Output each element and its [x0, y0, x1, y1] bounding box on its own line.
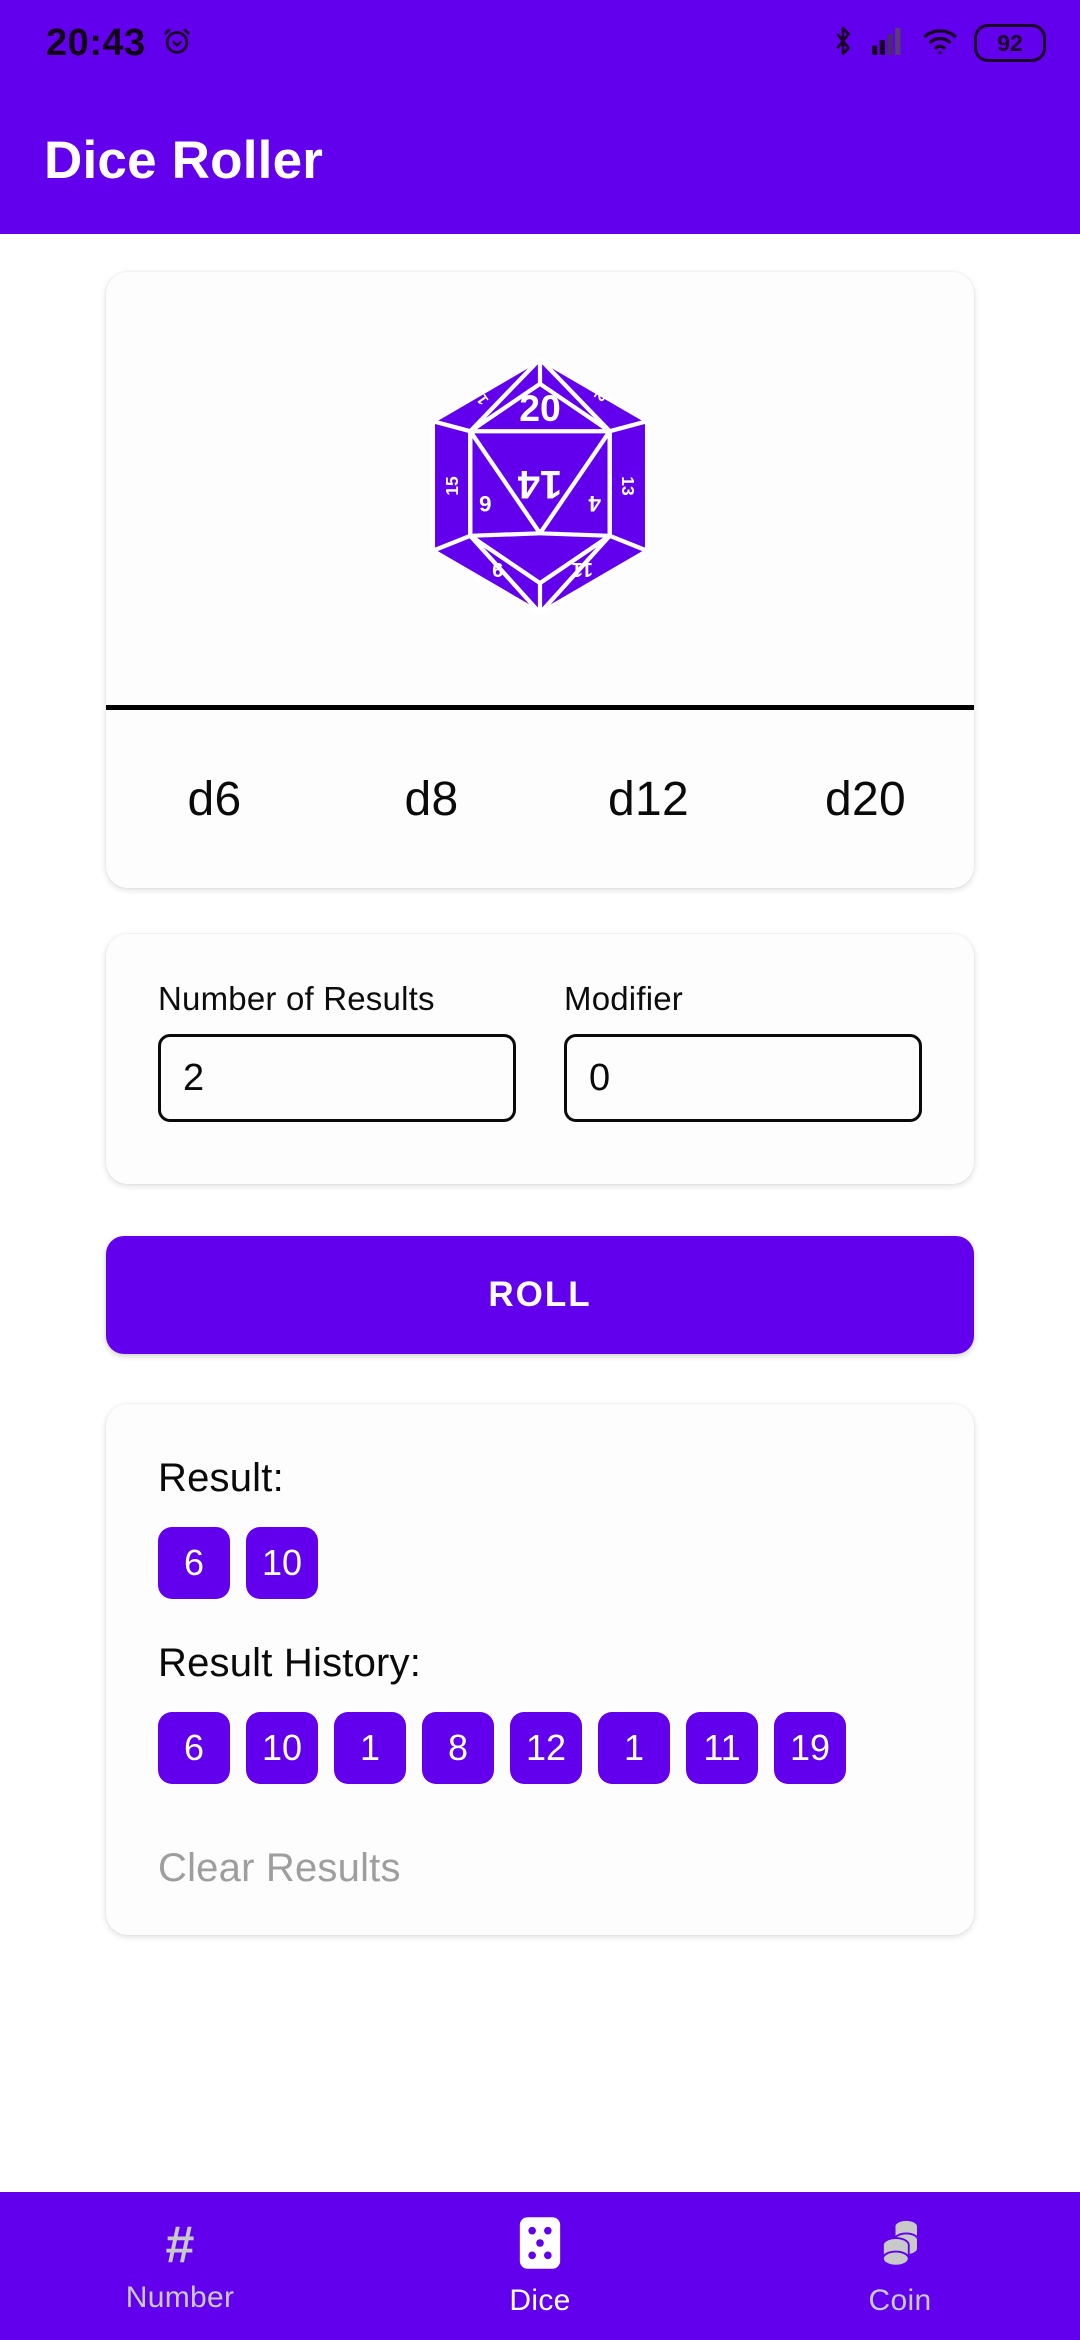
history-chip-value: 19 [789, 1727, 831, 1768]
history-chip: 8 [422, 1712, 494, 1784]
wifi-icon [922, 26, 958, 61]
hash-icon: # [165, 2216, 195, 2274]
nav-item-number[interactable]: # Number [0, 2217, 360, 2315]
dice-tab-d6[interactable]: d6 [106, 772, 323, 827]
dice-five-icon [515, 2215, 565, 2276]
history-chip: 19 [774, 1712, 846, 1784]
modifier-value: 0 [589, 1057, 611, 1099]
main-content: 20 14 13 15 2 1 8 6 4 9 11 d6 d8 d12 d20 … [0, 234, 1080, 2192]
status-bar-clock: 20:43 [46, 22, 146, 64]
roll-button-label: ROLL [488, 1275, 592, 1314]
roll-button[interactable]: ROLL [106, 1236, 974, 1354]
history-chip-value: 1 [359, 1727, 381, 1768]
nav-item-dice-label: Dice [509, 2283, 571, 2317]
svg-text:11: 11 [572, 558, 593, 580]
bottom-navigation-bar: # Number Dice Coin [0, 2192, 1080, 2340]
dice-preview-area: 20 14 13 15 2 18 6 4 9 11 [106, 272, 974, 710]
app-screen: 20:43 92 Dice Roller 20 14 13 15 2 18 6 … [0, 0, 1080, 2340]
result-label: Result: [158, 1456, 284, 1500]
roll-options-card: Number of Results 2 Modifier 0 [106, 934, 974, 1184]
dice-tab-d12[interactable]: d12 [540, 772, 757, 827]
number-of-results-label: Number of Results [158, 980, 435, 1017]
svg-text:6: 6 [479, 491, 491, 516]
svg-text:14: 14 [518, 462, 562, 506]
history-chip: 1 [334, 1712, 406, 1784]
coin-stack-icon [875, 2215, 925, 2276]
history-chip: 11 [686, 1712, 758, 1784]
nav-item-coin[interactable]: Coin [720, 2215, 1080, 2318]
history-chip: 10 [246, 1712, 318, 1784]
modifier-input[interactable]: 0 [564, 1034, 922, 1122]
history-chip-value: 1 [623, 1727, 645, 1768]
result-chip-value: 6 [183, 1542, 205, 1583]
nav-item-dice[interactable]: Dice [360, 2215, 720, 2318]
dice-tab-d20[interactable]: d20 [757, 772, 974, 827]
result-chip: 10 [246, 1527, 318, 1599]
modifier-field: Modifier 0 [564, 980, 922, 1122]
status-bar-right: 92 [830, 24, 1046, 63]
history-chip-value: 10 [261, 1727, 303, 1768]
svg-text:4: 4 [588, 491, 601, 516]
page-title: Dice Roller [44, 130, 324, 190]
result-chip-value: 10 [261, 1542, 303, 1583]
history-chip-value: 12 [525, 1727, 567, 1768]
dice-type-tabs: d6 d8 d12 d20 [106, 710, 974, 888]
alarm-clock-icon [160, 24, 194, 63]
history-chip: 12 [510, 1712, 582, 1784]
dice-selector-card: 20 14 13 15 2 18 6 4 9 11 d6 d8 d12 d20 [106, 272, 974, 888]
number-of-results-input[interactable]: 2 [158, 1034, 516, 1122]
nav-item-coin-label: Coin [868, 2283, 932, 2317]
status-bar: 20:43 92 [0, 0, 1080, 86]
d20-icosahedron-icon: 20 14 13 15 2 18 6 4 9 11 [415, 354, 665, 623]
svg-text:13: 13 [618, 476, 638, 496]
svg-text:15: 15 [442, 476, 462, 496]
svg-text:20: 20 [519, 387, 561, 429]
result-history-label: Result History: [158, 1641, 422, 1685]
number-of-results-field: Number of Results 2 [158, 980, 516, 1122]
battery-level-text: 92 [997, 29, 1023, 56]
result-chip-list: 6 10 [158, 1527, 922, 1599]
dice-tab-d8[interactable]: d8 [323, 772, 540, 827]
history-chip-value: 6 [183, 1727, 205, 1768]
bluetooth-icon [830, 24, 856, 63]
result-chip: 6 [158, 1527, 230, 1599]
history-chip-value: 11 [703, 1727, 741, 1768]
status-bar-left: 20:43 [46, 24, 194, 63]
battery-indicator: 92 [974, 24, 1046, 62]
app-bar: Dice Roller [0, 86, 1080, 234]
number-of-results-value: 2 [183, 1057, 205, 1099]
svg-text:9: 9 [492, 558, 503, 580]
cellular-signal-icon [872, 26, 906, 61]
nav-item-number-label: Number [125, 2281, 235, 2314]
modifier-label: Modifier [564, 980, 683, 1017]
history-chip: 1 [598, 1712, 670, 1784]
clear-results-button[interactable]: Clear Results [158, 1846, 401, 1891]
history-chip-value: 8 [447, 1727, 469, 1768]
results-card: Result: 6 10 Result History: 6 10 1 8 12 1 11 19… [106, 1404, 974, 1935]
result-history-chip-list: 6 10 1 8 12 1 11 19 [158, 1712, 922, 1784]
history-chip: 6 [158, 1712, 230, 1784]
